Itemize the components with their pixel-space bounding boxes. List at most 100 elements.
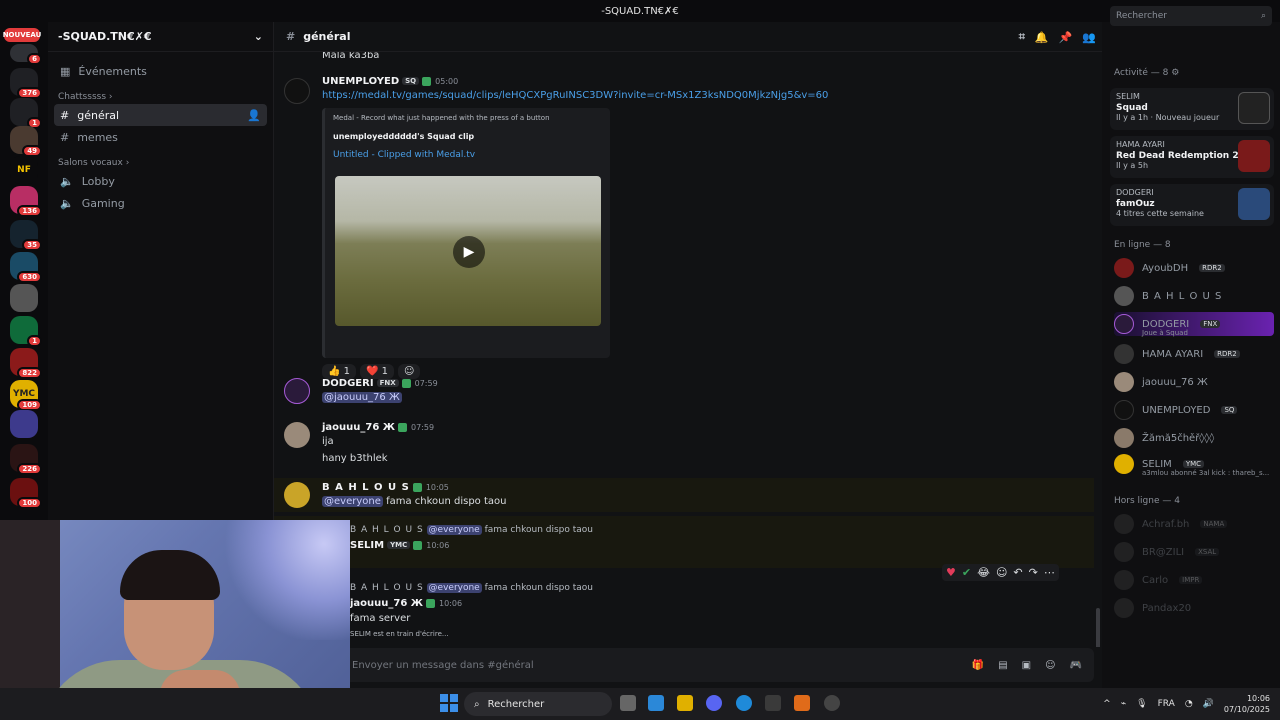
server-icon[interactable]: 136 [10, 186, 42, 217]
gif-icon[interactable]: ▤ [998, 660, 1007, 671]
embed-link[interactable]: Untitled - Clipped with Medal.tv [333, 150, 475, 160]
timestamp: 10:06 [426, 541, 450, 550]
mic-icon[interactable]: 🎙 [1136, 699, 1147, 709]
server-icon[interactable]: NF [10, 156, 38, 184]
store-icon[interactable] [765, 695, 781, 711]
start-button[interactable] [440, 694, 458, 712]
avatar[interactable] [284, 422, 310, 448]
member-item[interactable]: Pandax20 [1114, 596, 1274, 620]
message-composer[interactable]: Envoyer un message dans #général 🎁 ▤ ▣ ☺… [282, 648, 1094, 682]
channel-memes[interactable]: # memes [54, 126, 267, 148]
channel-general[interactable]: # général 👤 [54, 104, 267, 126]
server-icon[interactable]: 1 [10, 316, 42, 347]
language-indicator[interactable]: FRA [1158, 699, 1175, 709]
role-icon [426, 598, 436, 608]
threads-icon[interactable]: ⌗ [1019, 30, 1025, 44]
add-member-icon[interactable]: 👤 [247, 109, 261, 122]
message-text: fama server [350, 613, 411, 624]
emoji-icon[interactable]: ☺ [1045, 660, 1055, 671]
message: UNEMPLOYED SQ 05:00 https://medal.tv/games… [274, 76, 1094, 379]
copilot-icon[interactable] [648, 695, 664, 711]
avatar[interactable] [284, 78, 310, 104]
member-item[interactable]: SELIM YMC a3mlou abonné 3al kick : thareb_… [1114, 452, 1274, 477]
member-item[interactable]: Achraf.bh NAMA [1114, 512, 1274, 536]
member-item[interactable]: Carlo IMPR [1114, 568, 1274, 592]
play-icon[interactable]: ▶ [453, 236, 485, 268]
edge-icon[interactable] [736, 695, 752, 711]
server-icon[interactable]: 100 [10, 478, 42, 509]
taskbar-search[interactable]: ⌕ Rechercher [464, 692, 612, 716]
chevron-up-icon[interactable]: ^ [1103, 699, 1111, 709]
volume-icon[interactable]: 🔊 [1203, 699, 1214, 709]
message-text: hany b3thlek [322, 453, 388, 464]
server-icon[interactable]: 822 [10, 348, 42, 379]
link-embed: Medal - Record what just happened with t… [322, 108, 610, 358]
server-icon[interactable]: 35 [10, 220, 42, 251]
server-icon[interactable]: YMC 109 [10, 380, 42, 411]
username[interactable]: UNEMPLOYED SQ 05:00 [322, 76, 458, 87]
member-item[interactable]: jaouuu_76 Ж [1114, 370, 1274, 394]
apps-icon[interactable]: 🎮 [1070, 660, 1082, 671]
server-icon[interactable]: 6 [10, 44, 42, 65]
server-icon[interactable] [10, 410, 38, 438]
activity-header[interactable]: Activité — 8 ⚙ [1114, 68, 1179, 78]
pin-icon[interactable]: 📌 [1059, 31, 1073, 44]
category-text[interactable]: Chattsssss › [58, 92, 263, 102]
clock[interactable]: 10:06 07/10/2025 [1224, 693, 1270, 715]
voice-channel-lobby[interactable]: 🔈 Lobby [54, 170, 267, 192]
username[interactable]: DODGERI FNX 07:59 [322, 378, 438, 389]
member-item[interactable]: UNEMPLOYED SQ [1114, 398, 1274, 422]
member-item[interactable]: Žămă5čhěř◊◊◊ [1114, 426, 1274, 450]
file-explorer-icon[interactable] [677, 695, 693, 711]
username[interactable]: B A H L O U S 10:05 [322, 482, 449, 493]
member-item[interactable]: HAMA AYARI RDR2 [1114, 342, 1274, 366]
members-icon[interactable]: 👥 [1082, 31, 1096, 44]
wifi-icon[interactable]: ◔ [1185, 699, 1193, 709]
avatar[interactable] [284, 482, 310, 508]
category-voice[interactable]: Salons vocaux › [58, 158, 263, 168]
voice-channel-gaming[interactable]: 🔈 Gaming [54, 192, 267, 214]
sticker-icon[interactable]: ▣ [1022, 660, 1031, 671]
video-thumbnail[interactable]: ▶ [335, 176, 601, 326]
events-item[interactable]: ▦ Événements [54, 60, 267, 82]
member-item[interactable]: AyoubDH RDR2 [1114, 256, 1274, 280]
activity-card[interactable]: HAMA AYARI Red Dead Redemption 2 Il y a … [1110, 136, 1274, 178]
server-icon[interactable]: 1 [10, 98, 42, 129]
window-title: -SQUAD.TN€✗€ [601, 5, 679, 17]
timestamp: 07:59 [414, 379, 438, 388]
server-icon[interactable]: 630 [10, 252, 42, 283]
network-icon[interactable]: ⌁ [1121, 699, 1126, 709]
member-item[interactable]: DODGERI FNX Joue à Squad [1114, 312, 1274, 337]
server-icon[interactable]: 226 [10, 444, 42, 475]
chrome-icon[interactable] [824, 695, 840, 711]
activity-card[interactable]: DODGERI famOuz 4 titres cette semaine [1110, 184, 1274, 226]
hash-icon: # [60, 130, 70, 144]
discord-taskbar-icon[interactable] [706, 695, 722, 711]
reply-preview[interactable]: B A H L O U S @everyone fama chkoun disp… [350, 525, 593, 535]
server-header[interactable]: -SQUAD.TN€✗€ ⌄ [48, 22, 273, 52]
member-item[interactable]: B A H L O U S [1114, 284, 1274, 308]
server-icon[interactable]: 376 [10, 68, 42, 99]
server-icon[interactable] [10, 284, 38, 312]
username[interactable]: jaouuu_76 Ж 10:06 [350, 598, 462, 609]
server-icon[interactable]: 49 [10, 126, 42, 157]
clip-link[interactable]: https://medal.tv/games/squad/clips/leHQC… [322, 90, 828, 101]
gift-icon[interactable]: 🎁 [972, 660, 984, 671]
role-icon [398, 422, 408, 432]
username[interactable]: jaouuu_76 Ж 07:59 [322, 422, 434, 433]
app-icon[interactable] [794, 695, 810, 711]
activity-card[interactable]: SELIM Squad Il y a 1h · Nouveau joueur [1110, 88, 1274, 130]
timestamp: 05:00 [435, 77, 459, 86]
mention[interactable]: @everyone [322, 496, 383, 507]
bell-icon[interactable]: 🔔 [1035, 31, 1049, 44]
mention[interactable]: @jaouuu_76 Ж [322, 392, 402, 403]
task-view-icon[interactable] [620, 695, 636, 711]
timestamp: 10:05 [425, 483, 449, 492]
username[interactable]: SELIM YMC 10:06 [350, 540, 449, 551]
reply-preview[interactable]: B A H L O U S @everyone fama chkoun disp… [350, 583, 593, 593]
avatar[interactable] [284, 378, 310, 404]
member-item[interactable]: BR@ZILI XSAL [1114, 540, 1274, 564]
channel-sidebar: -SQUAD.TN€✗€ ⌄ ▦ Événements Chattsssss ›… [48, 22, 274, 520]
server-list: NOUVEAU 6 376 1 49 NF 136 35 630 1 822 Y… [0, 22, 48, 520]
search-input[interactable]: Rechercher ⌕ [1110, 6, 1272, 26]
